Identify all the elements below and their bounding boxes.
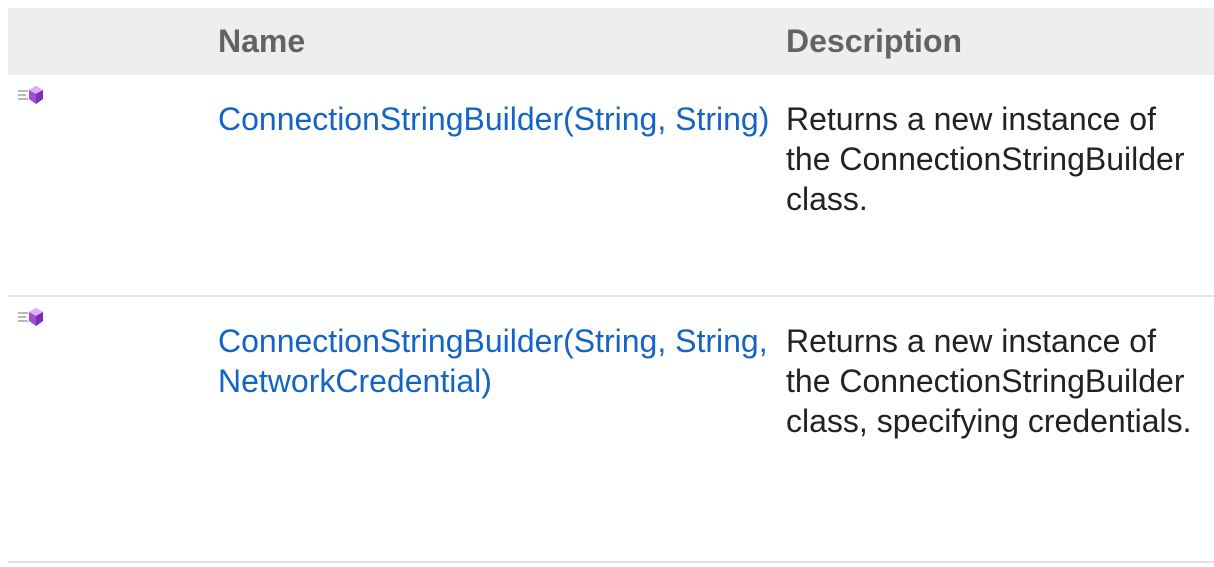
name-cell: ConnectionStringBuilder(String, String, … bbox=[218, 296, 786, 562]
constructor-link[interactable]: ConnectionStringBuilder(String, String) bbox=[218, 99, 776, 139]
icon-cell bbox=[8, 75, 218, 296]
public-method-icon bbox=[18, 86, 43, 104]
constructor-link[interactable]: ConnectionStringBuilder(String, String, … bbox=[218, 321, 776, 401]
members-table: Name Description ConnectionStringBuilder… bbox=[8, 8, 1214, 563]
name-cell: ConnectionStringBuilder(String, String) bbox=[218, 75, 786, 296]
description-cell: Returns a new instance of the Connection… bbox=[786, 75, 1214, 296]
table-row: ConnectionStringBuilder(String, String, … bbox=[8, 296, 1214, 562]
header-description: Description bbox=[786, 23, 963, 59]
table-header-row: Name Description bbox=[8, 8, 1214, 75]
description-cell: Returns a new instance of the Connection… bbox=[786, 296, 1214, 562]
header-name: Name bbox=[218, 23, 306, 59]
public-method-icon bbox=[18, 308, 43, 326]
member-description: Returns a new instance of the Connection… bbox=[786, 101, 1185, 217]
table-row: ConnectionStringBuilder(String, String) … bbox=[8, 75, 1214, 296]
member-description: Returns a new instance of the Connection… bbox=[786, 323, 1192, 439]
header-icon-column bbox=[8, 8, 218, 75]
icon-cell bbox=[8, 296, 218, 562]
